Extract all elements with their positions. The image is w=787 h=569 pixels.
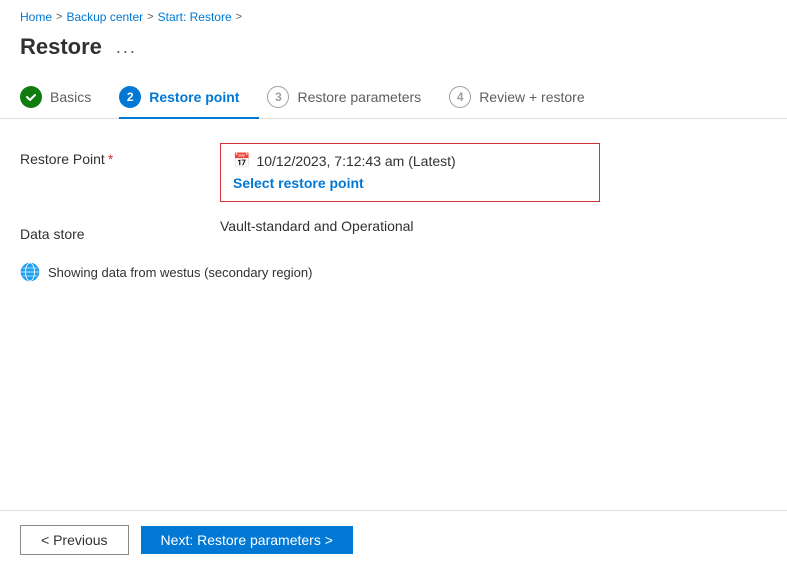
tabs-bar: Basics 2 Restore point 3 Restore paramet…: [0, 76, 787, 119]
data-store-row: Data store Vault-standard and Operationa…: [20, 218, 767, 242]
restore-point-field: 📅 10/12/2023, 7:12:43 am (Latest) Select…: [220, 143, 767, 202]
breadcrumb-sep-1: >: [56, 11, 62, 23]
tab-3-circle: 3: [267, 86, 289, 108]
page-title: Restore: [20, 34, 102, 60]
tab-1-circle: [20, 86, 42, 108]
breadcrumb-home[interactable]: Home: [20, 10, 52, 24]
page-menu-button[interactable]: ...: [112, 37, 141, 58]
required-star: *: [108, 151, 113, 167]
tab-basics[interactable]: Basics: [20, 76, 111, 118]
tab-4-circle: 4: [449, 86, 471, 108]
restore-point-box: 📅 10/12/2023, 7:12:43 am (Latest) Select…: [220, 143, 600, 202]
tab-2-label: Restore point: [149, 89, 239, 105]
tab-restore-parameters[interactable]: 3 Restore parameters: [267, 76, 441, 118]
breadcrumb-start-restore[interactable]: Start: Restore: [158, 10, 232, 24]
data-store-field: Vault-standard and Operational: [220, 218, 767, 234]
tab-3-label: Restore parameters: [297, 89, 421, 105]
previous-button[interactable]: < Previous: [20, 525, 129, 555]
breadcrumb-sep-3: >: [236, 11, 242, 23]
restore-point-value-row: 📅 10/12/2023, 7:12:43 am (Latest): [233, 152, 587, 169]
breadcrumb: Home > Backup center > Start: Restore >: [0, 0, 787, 30]
breadcrumb-sep-2: >: [147, 11, 153, 23]
globe-icon: [20, 262, 40, 282]
next-button[interactable]: Next: Restore parameters >: [141, 526, 353, 554]
data-store-label: Data store: [20, 218, 180, 242]
region-text: Showing data from westus (secondary regi…: [48, 265, 312, 280]
main-content: Restore Point * 📅 10/12/2023, 7:12:43 am…: [0, 143, 787, 282]
select-restore-point-link[interactable]: Select restore point: [233, 175, 364, 191]
restore-point-label: Restore Point *: [20, 143, 180, 167]
page-header: Restore ...: [0, 30, 787, 76]
tab-restore-point[interactable]: 2 Restore point: [119, 76, 259, 118]
data-store-value: Vault-standard and Operational: [220, 210, 414, 234]
region-info: Showing data from westus (secondary regi…: [20, 262, 767, 282]
tab-review-restore[interactable]: 4 Review + restore: [449, 76, 604, 118]
calendar-icon: 📅: [233, 152, 250, 169]
restore-point-datetime: 10/12/2023, 7:12:43 am (Latest): [256, 153, 455, 169]
tab-1-label: Basics: [50, 89, 91, 105]
restore-point-row: Restore Point * 📅 10/12/2023, 7:12:43 am…: [20, 143, 767, 202]
footer: < Previous Next: Restore parameters >: [0, 510, 787, 569]
tab-4-label: Review + restore: [479, 89, 584, 105]
breadcrumb-backup-center[interactable]: Backup center: [66, 10, 143, 24]
tab-2-circle: 2: [119, 86, 141, 108]
